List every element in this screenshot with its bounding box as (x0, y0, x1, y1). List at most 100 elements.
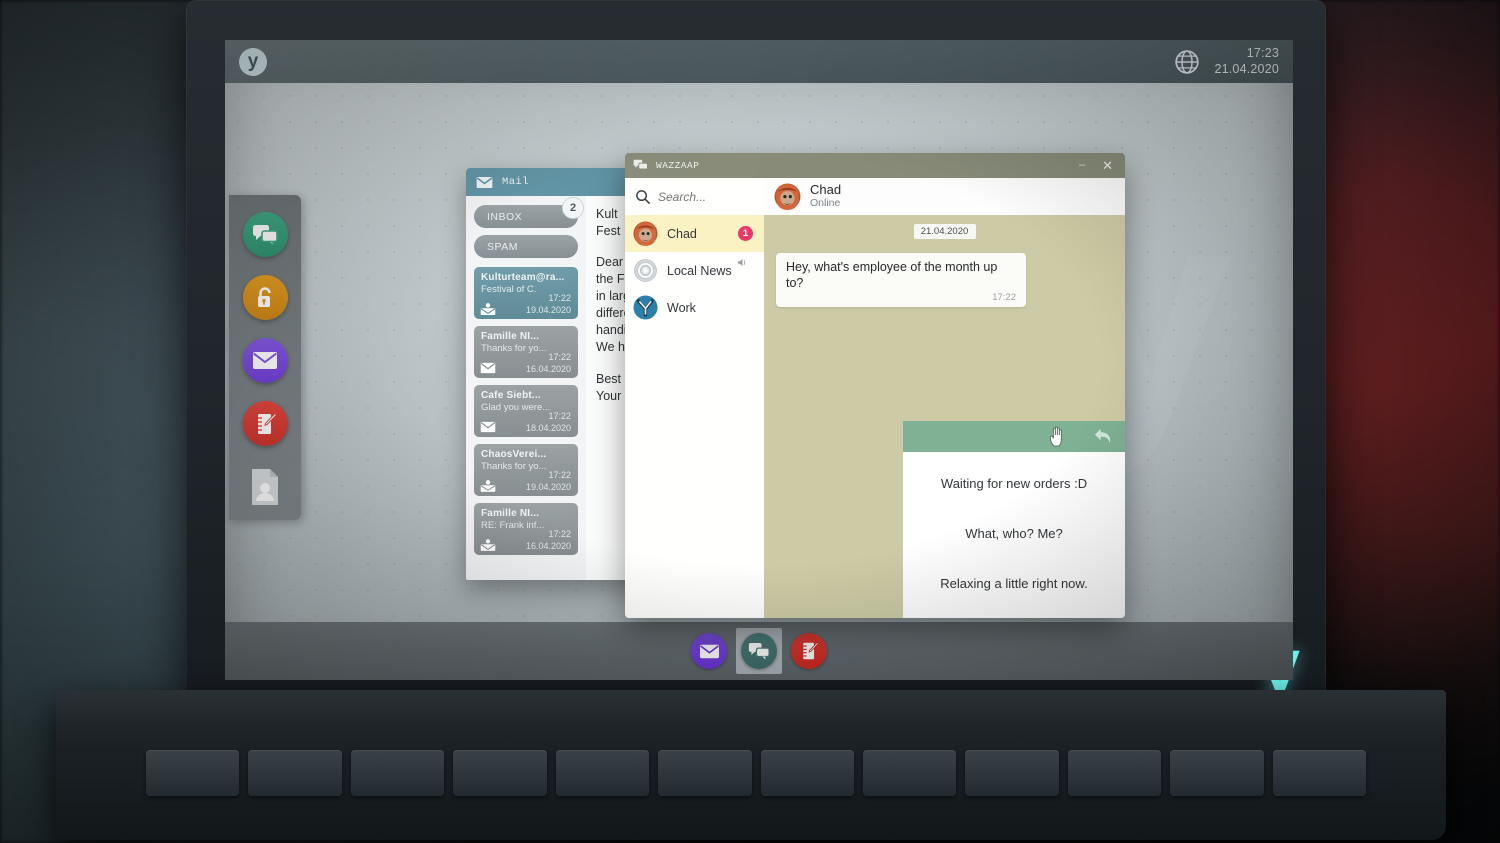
window-controls: – ✕ (1079, 159, 1117, 172)
mail-folder-inbox[interactable]: INBOX 2 (474, 197, 584, 228)
hand-cursor-icon (1049, 426, 1062, 447)
mail-list-item[interactable]: Kulturteam@ra... Festival of C. 17:22 19… (474, 267, 578, 319)
key (350, 750, 445, 796)
contacts-sidebar: Chad 1 (625, 178, 764, 618)
message-text: Hey, what's employee of the month up to? (786, 260, 998, 290)
mail-time: 17:22 (548, 411, 571, 421)
globe-icon[interactable] (1174, 49, 1200, 75)
mail-message-list: Kulturteam@ra... Festival of C. 17:22 19… (474, 267, 578, 555)
system-clock: 17:23 21.04.2020 (1214, 46, 1279, 77)
conversation-contact-name: Chad (810, 182, 842, 198)
y-logo-icon (633, 295, 658, 320)
key (555, 750, 650, 796)
chad-avatar (774, 183, 801, 210)
mail-time: 17:22 (548, 470, 571, 480)
message-time: 17:22 (992, 292, 1016, 304)
contact-name: Chad (667, 226, 697, 241)
taskbar-item-mail[interactable] (686, 628, 732, 674)
mail-list-item[interactable]: ChaosVerei... Thanks for yo... 17:22 19.… (474, 444, 578, 496)
keyboard-row (146, 750, 1367, 796)
mail-date: 19.04.2020 (525, 305, 571, 315)
dock-item-chat[interactable] (242, 212, 288, 257)
reply-option[interactable]: Relaxing a little right now. (940, 576, 1087, 591)
mail-folder-spam[interactable]: SPAM (474, 235, 578, 258)
close-button[interactable]: ✕ (1102, 159, 1113, 172)
mail-person-icon (480, 539, 496, 551)
laptop-screen: y y 17:23 21.04.2020 (225, 40, 1293, 680)
speaker-icon (737, 259, 746, 266)
mail-window-title: Mail (502, 176, 529, 188)
topbar-right: 17:23 21.04.2020 (1174, 46, 1279, 77)
key (862, 750, 957, 796)
messenger-titlebar[interactable]: WAZZAAP – ✕ (625, 153, 1125, 178)
contact-name: Local News (667, 263, 732, 278)
conversation-contact-status: Online (810, 197, 841, 210)
reply-arrow-icon[interactable] (1092, 426, 1115, 447)
reply-options-bar (903, 421, 1125, 452)
conversation-contact-info: Chad Online (810, 182, 842, 210)
dock-item-unlock[interactable] (242, 275, 288, 320)
key (1067, 750, 1162, 796)
mail-sender: Kulturteam@ra... (481, 272, 565, 283)
taskbar (225, 622, 1293, 680)
mail-folder-label: SPAM (474, 235, 578, 258)
clock-time: 17:23 (1246, 45, 1279, 60)
inbox-unread-badge: 2 (562, 197, 584, 219)
mail-date: 16.04.2020 (525, 541, 571, 551)
taskbar-item-notes[interactable] (786, 628, 832, 674)
mail-sender: Famille NI... (481, 331, 540, 342)
search-row[interactable] (625, 178, 764, 215)
chat-bubbles-icon (253, 224, 278, 246)
date-separator: 21.04.2020 (913, 224, 976, 239)
dock-item-contacts[interactable] (243, 464, 288, 509)
envelope-icon (691, 633, 727, 669)
clock-date: 21.04.2020 (1214, 61, 1279, 76)
minimize-button[interactable]: – (1079, 160, 1085, 171)
contact-item-chad[interactable]: Chad 1 (625, 215, 764, 252)
envelope-icon (480, 362, 496, 374)
messenger-main: Chad 1 (625, 178, 1125, 618)
mail-sidebar: INBOX 2 SPAM Kulturteam@ra... Festival o… (466, 196, 586, 580)
key (1170, 750, 1264, 796)
laptop-base (56, 690, 1446, 840)
messenger-window-title: WAZZAAP (656, 160, 700, 171)
mail-sender: Famille NI... (481, 508, 540, 519)
search-input[interactable] (658, 189, 748, 204)
taskbar-item-chat[interactable] (736, 628, 782, 674)
scene-root: y y y 17:23 21.04.2020 (0, 0, 1500, 843)
contact-item-work[interactable]: Work (625, 289, 764, 326)
reply-options-panel: Waiting for new orders :D What, who? Me?… (903, 421, 1125, 618)
os-logo[interactable]: y (239, 47, 267, 76)
mail-list-item[interactable]: Cafe Siebt... Glad you were... 17:22 18.… (474, 385, 578, 437)
reply-option[interactable]: What, who? Me? (965, 526, 1063, 541)
search-icon (636, 189, 651, 204)
chad-avatar (633, 221, 658, 246)
key (965, 750, 1059, 796)
gear-icon (633, 258, 658, 283)
chat-bubbles-icon (741, 633, 777, 669)
mail-time: 17:22 (548, 352, 571, 362)
notepad-pencil-icon (257, 412, 277, 434)
mail-time: 17:22 (548, 529, 571, 539)
key (658, 750, 752, 796)
message-bubble: Hey, what's employee of the month up to?… (776, 253, 1026, 308)
dock-item-mail[interactable] (242, 338, 288, 383)
contact-name: Work (667, 300, 696, 315)
system-topbar: y 17:23 21.04.2020 (225, 40, 1293, 83)
contact-unread-badge: 1 (738, 226, 753, 241)
notepad-pencil-icon (791, 633, 827, 669)
mail-date: 19.04.2020 (525, 482, 571, 492)
reply-option[interactable]: Waiting for new orders :D (941, 476, 1087, 491)
mail-date: 16.04.2020 (525, 364, 571, 374)
mail-list-item[interactable]: Famille NI... RE: Frank inf... 17:22 16.… (474, 503, 578, 555)
mail-list-item[interactable]: Famille NI... Thanks for yo... 17:22 16.… (474, 326, 578, 378)
key (453, 750, 547, 796)
envelope-icon (480, 421, 496, 433)
dock-item-notes[interactable] (242, 401, 288, 446)
messenger-window[interactable]: WAZZAAP – ✕ Search... Chad 1 Local News … (625, 153, 1125, 618)
contact-item-local-news[interactable]: Local News (625, 252, 764, 289)
mail-person-icon (480, 303, 496, 315)
key (760, 750, 854, 796)
envelope-icon (476, 176, 493, 188)
conversation-pane: Chad Online 21.04.2020 Hey, what's emplo… (764, 178, 1125, 618)
